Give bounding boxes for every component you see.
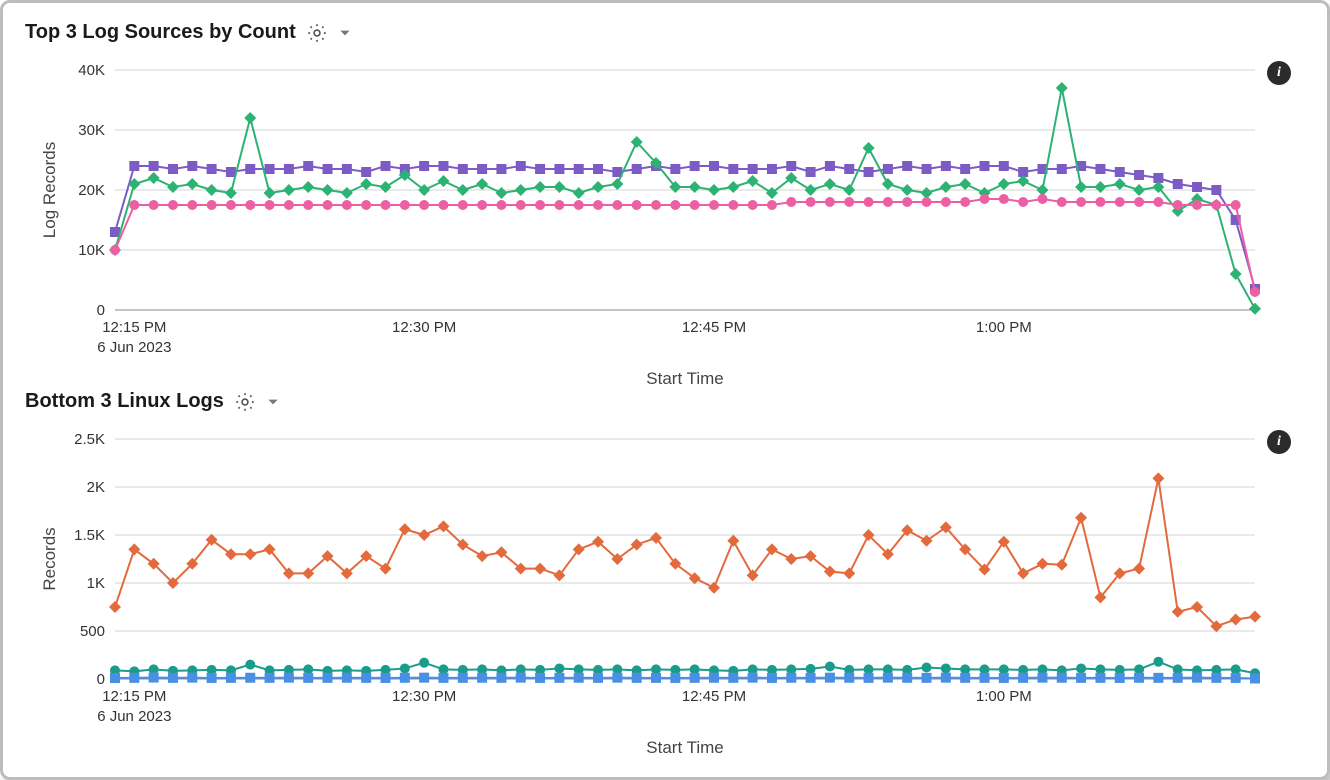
svg-text:500: 500 [80, 623, 105, 640]
chart-top-log-sources: Top 3 Log Sources by Count i 0 10K 20K 30K 4… [25, 21, 1305, 390]
svg-text:1.5K: 1.5K [74, 527, 105, 544]
chart-header: Top 3 Log Sources by Count [25, 21, 1305, 44]
gear-icon[interactable] [306, 22, 328, 44]
chevron-down-icon[interactable] [266, 395, 280, 409]
svg-text:30K: 30K [78, 122, 105, 139]
gear-icon[interactable] [234, 391, 256, 413]
svg-text:12:15 PM: 12:15 PM [102, 688, 166, 705]
chart-header: Bottom 3 Linux Logs [25, 390, 1305, 413]
chart-canvas-1: 0 10K 20K 30K 40K Log Records 12:15 PM 12:30 PM… [25, 50, 1295, 390]
info-icon[interactable]: i [1267, 61, 1291, 85]
svg-text:10K: 10K [78, 242, 105, 259]
svg-text:1:00 PM: 1:00 PM [976, 688, 1032, 705]
svg-text:20K: 20K [78, 182, 105, 199]
svg-text:0: 0 [97, 302, 105, 319]
svg-text:2.5K: 2.5K [74, 431, 105, 448]
svg-text:Start Time: Start Time [646, 738, 723, 757]
svg-text:12:30 PM: 12:30 PM [392, 688, 456, 705]
svg-text:12:30 PM: 12:30 PM [392, 319, 456, 336]
chart-canvas-2: 0 500 1K 1.5K 2K 2.5K Records 12:15 PM 12:30 PM 1… [25, 419, 1295, 759]
svg-text:1:00 PM: 1:00 PM [976, 319, 1032, 336]
svg-text:Records: Records [40, 527, 59, 590]
dashboard-panel: Top 3 Log Sources by Count i 0 10K 20K 30K 4… [0, 0, 1330, 780]
svg-text:1K: 1K [87, 575, 105, 592]
svg-text:12:15 PM: 12:15 PM [102, 319, 166, 336]
svg-text:0: 0 [97, 671, 105, 688]
svg-text:Log Records: Log Records [40, 142, 59, 238]
chart-title: Top 3 Log Sources by Count [25, 21, 296, 44]
svg-text:6 Jun 2023: 6 Jun 2023 [97, 708, 171, 725]
chart-bottom-linux-logs: Bottom 3 Linux Logs i 0 500 1K 1.5K 2K 2.5K Re… [25, 390, 1305, 759]
svg-text:6 Jun 2023: 6 Jun 2023 [97, 339, 171, 356]
info-icon[interactable]: i [1267, 430, 1291, 454]
svg-text:Start Time: Start Time [646, 369, 723, 388]
svg-text:2K: 2K [87, 479, 105, 496]
svg-text:12:45 PM: 12:45 PM [682, 319, 746, 336]
svg-text:40K: 40K [78, 62, 105, 79]
chart-title: Bottom 3 Linux Logs [25, 390, 224, 413]
svg-text:12:45 PM: 12:45 PM [682, 688, 746, 705]
chevron-down-icon[interactable] [338, 26, 352, 40]
